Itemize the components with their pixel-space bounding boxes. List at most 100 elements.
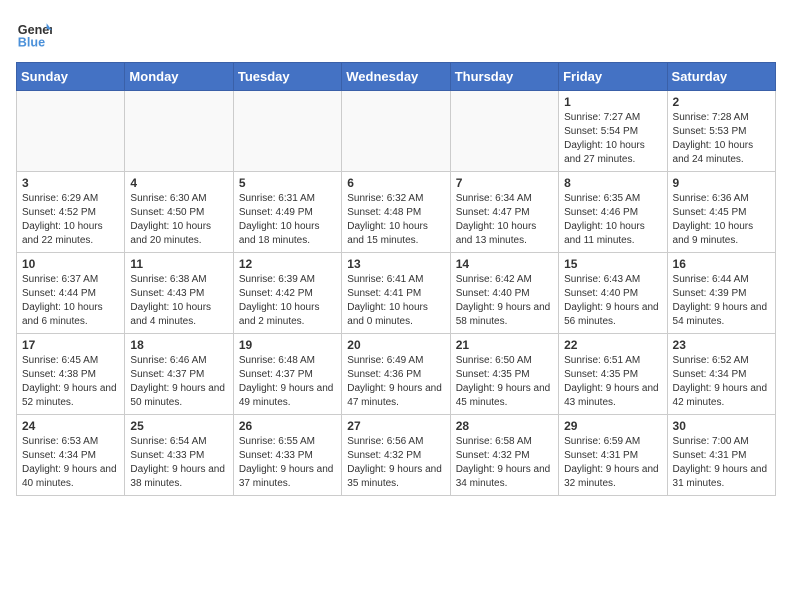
calendar-cell: 28 Sunrise: 6:58 AM Sunset: 4:32 PM Dayli…	[450, 415, 558, 496]
day-info: Sunrise: 7:00 AM Sunset: 4:31 PM Dayligh…	[673, 435, 770, 491]
calendar-cell: 24 Sunrise: 6:53 AM Sunset: 4:34 PM Dayli…	[17, 415, 125, 496]
calendar-week-row: 17 Sunrise: 6:45 AM Sunset: 4:38 PM Dayli…	[17, 334, 776, 415]
day-number: 7	[456, 176, 553, 190]
day-info: Sunrise: 6:32 AM Sunset: 4:48 PM Dayligh…	[347, 192, 444, 248]
day-info: Sunrise: 6:48 AM Sunset: 4:37 PM Dayligh…	[239, 354, 336, 410]
calendar-cell: 26 Sunrise: 6:55 AM Sunset: 4:33 PM Dayli…	[233, 415, 341, 496]
weekday-header-row: SundayMondayTuesdayWednesdayThursdayFrid…	[17, 63, 776, 91]
day-number: 12	[239, 257, 336, 271]
calendar-cell: 13 Sunrise: 6:41 AM Sunset: 4:41 PM Dayli…	[342, 253, 450, 334]
calendar-week-row: 24 Sunrise: 6:53 AM Sunset: 4:34 PM Dayli…	[17, 415, 776, 496]
calendar-cell: 20Sunrise: 6:49 AM Sunset: 4:36 PM Dayli…	[342, 334, 450, 415]
logo: General Blue	[16, 16, 52, 52]
day-number: 16	[673, 257, 770, 271]
day-info: Sunrise: 6:41 AM Sunset: 4:41 PM Dayligh…	[347, 273, 444, 329]
day-info: Sunrise: 6:46 AM Sunset: 4:37 PM Dayligh…	[130, 354, 227, 410]
calendar-week-row: 10 Sunrise: 6:37 AM Sunset: 4:44 PM Dayli…	[17, 253, 776, 334]
weekday-header: Tuesday	[233, 63, 341, 91]
day-number: 26	[239, 419, 336, 433]
calendar-week-row: 1 Sunrise: 7:27 AM Sunset: 5:54 PM Daylig…	[17, 91, 776, 172]
day-number: 30	[673, 419, 770, 433]
calendar-cell	[450, 91, 558, 172]
day-number: 11	[130, 257, 227, 271]
calendar-cell	[125, 91, 233, 172]
calendar-cell: 5 Sunrise: 6:31 AM Sunset: 4:49 PM Daylig…	[233, 172, 341, 253]
calendar-cell: 27 Sunrise: 6:56 AM Sunset: 4:32 PM Dayli…	[342, 415, 450, 496]
weekday-header: Thursday	[450, 63, 558, 91]
day-info: Sunrise: 6:39 AM Sunset: 4:42 PM Dayligh…	[239, 273, 336, 329]
day-info: Sunrise: 7:28 AM Sunset: 5:53 PM Dayligh…	[673, 111, 770, 167]
weekday-header: Monday	[125, 63, 233, 91]
calendar-cell: 6 Sunrise: 6:32 AM Sunset: 4:48 PM Daylig…	[342, 172, 450, 253]
calendar-cell: 30 Sunrise: 7:00 AM Sunset: 4:31 PM Dayli…	[667, 415, 775, 496]
calendar-cell: 10 Sunrise: 6:37 AM Sunset: 4:44 PM Dayli…	[17, 253, 125, 334]
calendar-cell: 18 Sunrise: 6:46 AM Sunset: 4:37 PM Dayli…	[125, 334, 233, 415]
day-number: 21	[456, 338, 553, 352]
day-info: Sunrise: 6:31 AM Sunset: 4:49 PM Dayligh…	[239, 192, 336, 248]
calendar-week-row: 3 Sunrise: 6:29 AM Sunset: 4:52 PM Daylig…	[17, 172, 776, 253]
day-number: 9	[673, 176, 770, 190]
calendar-cell: 4 Sunrise: 6:30 AM Sunset: 4:50 PM Daylig…	[125, 172, 233, 253]
day-number: 1	[564, 95, 661, 109]
day-number: 15	[564, 257, 661, 271]
day-info: Sunrise: 6:50 AM Sunset: 4:35 PM Dayligh…	[456, 354, 553, 410]
day-info: Sunrise: 6:51 AM Sunset: 4:35 PM Dayligh…	[564, 354, 661, 410]
day-info: Sunrise: 7:27 AM Sunset: 5:54 PM Dayligh…	[564, 111, 661, 167]
day-number: 27	[347, 419, 444, 433]
calendar-cell: 29 Sunrise: 6:59 AM Sunset: 4:31 PM Dayli…	[559, 415, 667, 496]
day-info: Sunrise: 6:37 AM Sunset: 4:44 PM Dayligh…	[22, 273, 119, 329]
calendar-cell: 2 Sunrise: 7:28 AM Sunset: 5:53 PM Daylig…	[667, 91, 775, 172]
day-number: 17	[22, 338, 119, 352]
day-info: Sunrise: 6:59 AM Sunset: 4:31 PM Dayligh…	[564, 435, 661, 491]
calendar-cell: 19 Sunrise: 6:48 AM Sunset: 4:37 PM Dayli…	[233, 334, 341, 415]
weekday-header: Sunday	[17, 63, 125, 91]
day-number: 14	[456, 257, 553, 271]
day-info: Sunrise: 6:58 AM Sunset: 4:32 PM Dayligh…	[456, 435, 553, 491]
day-info: Sunrise: 6:53 AM Sunset: 4:34 PM Dayligh…	[22, 435, 119, 491]
calendar-cell: 1 Sunrise: 7:27 AM Sunset: 5:54 PM Daylig…	[559, 91, 667, 172]
day-number: 23	[673, 338, 770, 352]
day-number: 29	[564, 419, 661, 433]
day-number: 8	[564, 176, 661, 190]
day-number: 5	[239, 176, 336, 190]
day-number: 24	[22, 419, 119, 433]
calendar-cell	[342, 91, 450, 172]
day-number: 13	[347, 257, 444, 271]
day-number: 19	[239, 338, 336, 352]
day-number: 3	[22, 176, 119, 190]
calendar-cell: 25Sunrise: 6:54 AM Sunset: 4:33 PM Dayli…	[125, 415, 233, 496]
day-info: Sunrise: 6:38 AM Sunset: 4:43 PM Dayligh…	[130, 273, 227, 329]
calendar-cell: 21 Sunrise: 6:50 AM Sunset: 4:35 PM Dayli…	[450, 334, 558, 415]
calendar-cell: 17 Sunrise: 6:45 AM Sunset: 4:38 PM Dayli…	[17, 334, 125, 415]
day-info: Sunrise: 6:45 AM Sunset: 4:38 PM Dayligh…	[22, 354, 119, 410]
day-info: Sunrise: 6:34 AM Sunset: 4:47 PM Dayligh…	[456, 192, 553, 248]
calendar-cell: 12 Sunrise: 6:39 AM Sunset: 4:42 PM Dayli…	[233, 253, 341, 334]
calendar-cell: 23Sunrise: 6:52 AM Sunset: 4:34 PM Dayli…	[667, 334, 775, 415]
day-number: 4	[130, 176, 227, 190]
day-number: 28	[456, 419, 553, 433]
day-info: Sunrise: 6:49 AM Sunset: 4:36 PM Dayligh…	[347, 354, 444, 410]
calendar-cell	[233, 91, 341, 172]
calendar-cell	[17, 91, 125, 172]
day-info: Sunrise: 6:56 AM Sunset: 4:32 PM Dayligh…	[347, 435, 444, 491]
day-number: 22	[564, 338, 661, 352]
day-info: Sunrise: 6:29 AM Sunset: 4:52 PM Dayligh…	[22, 192, 119, 248]
day-info: Sunrise: 6:54 AM Sunset: 4:33 PM Dayligh…	[130, 435, 227, 491]
day-info: Sunrise: 6:30 AM Sunset: 4:50 PM Dayligh…	[130, 192, 227, 248]
calendar-table: SundayMondayTuesdayWednesdayThursdayFrid…	[16, 62, 776, 496]
day-info: Sunrise: 6:55 AM Sunset: 4:33 PM Dayligh…	[239, 435, 336, 491]
calendar-cell: 9Sunrise: 6:36 AM Sunset: 4:45 PM Daylig…	[667, 172, 775, 253]
day-number: 18	[130, 338, 227, 352]
calendar-cell: 16 Sunrise: 6:44 AM Sunset: 4:39 PM Dayli…	[667, 253, 775, 334]
weekday-header: Wednesday	[342, 63, 450, 91]
day-number: 6	[347, 176, 444, 190]
day-number: 10	[22, 257, 119, 271]
weekday-header: Friday	[559, 63, 667, 91]
calendar-cell: 7 Sunrise: 6:34 AM Sunset: 4:47 PM Daylig…	[450, 172, 558, 253]
calendar-cell: 22 Sunrise: 6:51 AM Sunset: 4:35 PM Dayli…	[559, 334, 667, 415]
day-number: 2	[673, 95, 770, 109]
day-info: Sunrise: 6:35 AM Sunset: 4:46 PM Dayligh…	[564, 192, 661, 248]
calendar-cell: 15Sunrise: 6:43 AM Sunset: 4:40 PM Dayli…	[559, 253, 667, 334]
weekday-header: Saturday	[667, 63, 775, 91]
day-info: Sunrise: 6:44 AM Sunset: 4:39 PM Dayligh…	[673, 273, 770, 329]
